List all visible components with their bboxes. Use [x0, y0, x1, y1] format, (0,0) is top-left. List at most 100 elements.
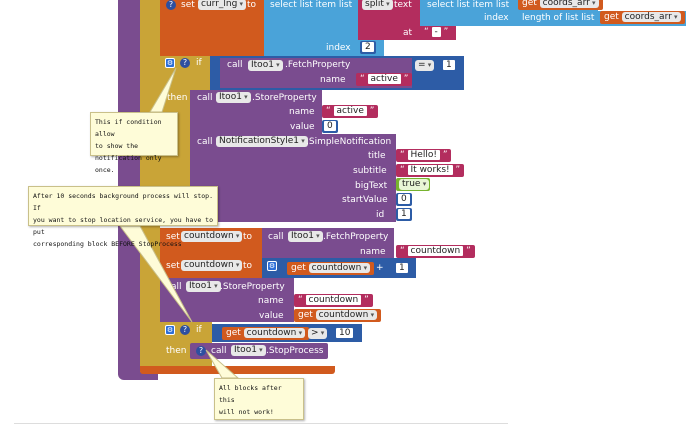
name-text-countdown-2-value[interactable]: countdown — [305, 295, 362, 305]
comment-note-2[interactable]: After 10 seconds background process will… — [28, 186, 218, 248]
number-id-value[interactable]: 1 — [398, 209, 410, 219]
number-0[interactable]: 0 — [322, 120, 338, 133]
number-1[interactable]: 1 — [441, 59, 457, 72]
help-icon[interactable]: ? — [180, 58, 190, 68]
operator-dropdown-gt[interactable]: > — [308, 328, 328, 339]
subtitle-text-value[interactable]: It works! — [407, 165, 453, 175]
mutator-gear-icon[interactable]: ⚙ — [267, 261, 277, 271]
name-text-countdown-2[interactable]: “ countdown ” — [294, 294, 373, 307]
title-text-value[interactable]: Hello! — [407, 150, 440, 160]
length-of-list-label: length of list list — [522, 13, 595, 23]
subtitle-text[interactable]: “ It works! ” — [396, 164, 465, 177]
get-keyword: get — [522, 0, 537, 8]
if-keyword: if — [196, 325, 202, 335]
at-keyword: at — [403, 28, 413, 38]
number-id[interactable]: 1 — [396, 208, 412, 221]
get-keyword: get — [226, 328, 241, 338]
name-text-active-2[interactable]: “ active ” — [322, 105, 379, 118]
name-text-countdown[interactable]: “ countdown ” — [396, 245, 475, 258]
index2-keyword: index — [326, 43, 351, 53]
comment-line: After 10 seconds background process will… — [33, 192, 214, 212]
name-text-countdown-value[interactable]: countdown — [407, 246, 464, 256]
var-dropdown-countdown[interactable]: countdown — [181, 260, 243, 271]
bigtext-keyword: bigText — [355, 181, 388, 191]
var-dropdown-countdown[interactable]: countdown — [308, 263, 371, 273]
method-name: .StoreProperty — [220, 282, 285, 292]
number-10[interactable]: 10 — [334, 327, 356, 340]
comment-line: corresponding block BEFORE StopProcess — [33, 240, 182, 248]
component-dropdown-itoo[interactable]: Itoo1 — [216, 92, 251, 103]
method-name: .FetchProperty — [285, 60, 351, 70]
help-icon[interactable]: ? — [196, 346, 206, 356]
title-text[interactable]: “ Hello! ” — [396, 149, 452, 162]
separator-text[interactable]: “ - ” — [420, 26, 453, 39]
name-keyword: name — [320, 75, 346, 85]
comment-line: notification only once. — [95, 154, 162, 174]
operator-dropdown-eq[interactable]: = — [415, 60, 435, 71]
comment-note-3[interactable]: All blocks after this will not work! — [214, 378, 304, 420]
set-keyword: set — [166, 261, 180, 271]
to-keyword: to — [243, 232, 253, 242]
to-keyword: to — [247, 0, 257, 10]
var-dropdown-countdown[interactable]: countdown — [315, 310, 378, 320]
help-icon[interactable]: ? — [180, 325, 190, 335]
get-keyword: get — [298, 310, 313, 320]
component-dropdown-itoo[interactable]: Itoo1 — [288, 231, 323, 242]
component-dropdown-itoo[interactable]: Itoo1 — [186, 281, 221, 292]
to-keyword: to — [243, 261, 253, 271]
number-plus-1[interactable]: 1 — [394, 262, 410, 275]
then-keyword: then — [166, 346, 187, 356]
name-text-active-value[interactable]: active — [367, 74, 401, 84]
call-keyword: call — [268, 232, 284, 242]
call-keyword: call — [197, 137, 213, 147]
method-name: .StopProcess — [266, 346, 324, 356]
mutator-gear-icon[interactable]: ⚙ — [165, 325, 175, 335]
name-keyword: name — [289, 107, 315, 117]
var-dropdown-curr-lng[interactable]: curr_lng — [198, 0, 247, 10]
call-keyword: call — [211, 346, 227, 356]
bottom-divider — [14, 423, 508, 424]
boolean-dropdown[interactable]: true — [399, 179, 430, 190]
plus-operator: + — [376, 263, 384, 273]
number-10-value[interactable]: 10 — [336, 328, 354, 338]
index-number[interactable]: 2 — [360, 41, 376, 54]
get-countdown-block-2[interactable]: get countdown — [294, 309, 382, 322]
name-keyword: name — [360, 247, 386, 257]
value-keyword: value — [290, 122, 315, 132]
separator-value[interactable]: - — [431, 27, 441, 37]
call-keyword: call — [197, 93, 213, 103]
comment-note-1[interactable]: This if condition allow to show the noti… — [90, 112, 178, 174]
number-plus-1-value[interactable]: 1 — [396, 263, 408, 273]
help-icon[interactable]: ? — [166, 0, 176, 10]
number-0-value[interactable]: 0 — [324, 121, 336, 131]
comment-line: will not work! — [219, 408, 274, 416]
get-countdown-block-1[interactable]: get countdown — [287, 262, 375, 275]
var-dropdown-coords-1[interactable]: coords_arr — [539, 0, 599, 8]
number-1-value[interactable]: 1 — [443, 60, 455, 70]
name-keyword: name — [258, 296, 284, 306]
event-frame-bottom — [140, 366, 335, 374]
number-startvalue-value[interactable]: 0 — [398, 194, 410, 204]
var-dropdown-coords-2[interactable]: coords_arr — [621, 12, 681, 22]
get-coords-arr-block-1[interactable]: get coords_arr — [518, 0, 603, 10]
if-keyword: if — [196, 58, 202, 68]
number-startvalue[interactable]: 0 — [396, 193, 412, 206]
title-keyword: title — [368, 151, 386, 161]
get-keyword: get — [604, 12, 619, 22]
comment-line: you want to stop location service, you h… — [33, 216, 214, 236]
set-keyword: set — [181, 0, 195, 10]
get-keyword: get — [291, 263, 306, 273]
component-dropdown-notification[interactable]: NotificationStyle1 — [216, 136, 308, 147]
component-dropdown-itoo[interactable]: Itoo1 — [231, 345, 266, 356]
id-keyword: id — [376, 210, 385, 220]
get-coords-arr-block-2[interactable]: get coords_arr — [600, 11, 685, 24]
get-countdown-block-3[interactable]: get countdown — [222, 327, 310, 340]
split-dropdown[interactable]: split — [362, 0, 393, 10]
name-text-active-2-value[interactable]: active — [333, 106, 367, 116]
name-text-active[interactable]: “ active ” — [356, 73, 413, 86]
subtitle-keyword: subtitle — [353, 166, 387, 176]
var-dropdown-countdown[interactable]: countdown — [243, 328, 306, 338]
component-dropdown-itoo[interactable]: Itoo1 — [248, 60, 283, 71]
mutator-gear-icon[interactable]: ⚙ — [165, 58, 175, 68]
index-number-value[interactable]: 2 — [362, 42, 374, 52]
